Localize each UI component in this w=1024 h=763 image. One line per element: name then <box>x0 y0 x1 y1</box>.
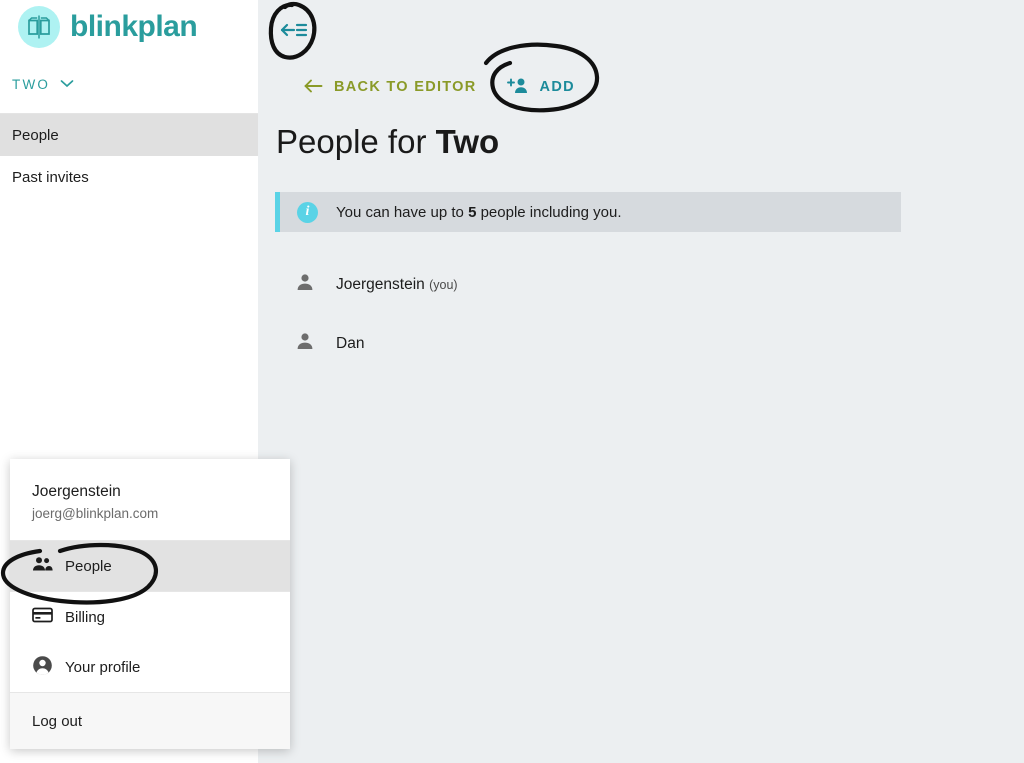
list-item[interactable]: Dan <box>275 314 975 373</box>
menu-item-label: Your profile <box>65 658 141 676</box>
open-book-icon <box>18 6 60 48</box>
chevron-down-icon <box>60 75 74 93</box>
sidebar-item-label: People <box>12 126 59 144</box>
sidebar-item-people[interactable]: People <box>0 114 258 156</box>
sidebar-nav: People Past invites <box>0 114 258 198</box>
person-name-text: Dan <box>336 334 365 352</box>
people-list: Joergenstein (you) Dan <box>275 255 975 373</box>
account-circle-icon <box>32 655 53 680</box>
brand-logo[interactable]: blinkplan <box>18 6 198 48</box>
menu-item-label: Log out <box>32 712 83 730</box>
info-banner-text: You can have up to 5 people including yo… <box>336 204 622 221</box>
person-icon <box>296 332 314 355</box>
person-you-tag: (you) <box>429 277 458 292</box>
list-item[interactable]: Joergenstein (you) <box>275 255 975 314</box>
info-banner: i You can have up to 5 people including … <box>275 192 901 232</box>
add-person-label: ADD <box>539 79 575 95</box>
workspace-switcher[interactable]: TWO <box>12 75 74 93</box>
menu-item-log-out[interactable]: Log out <box>10 693 290 749</box>
back-to-editor-button[interactable]: BACK TO EDITOR <box>304 79 477 96</box>
page-title-accent: Two <box>435 123 500 160</box>
menu-item-people[interactable]: People <box>10 541 290 591</box>
app-root: blinkplan TWO People Past invites BACK T… <box>0 0 1024 763</box>
sidebar-item-past-invites[interactable]: Past invites <box>0 156 258 198</box>
account-header: Joergenstein joerg@blinkplan.com <box>10 459 290 540</box>
workspace-name: TWO <box>12 76 51 92</box>
sidebar-item-label: Past invites <box>12 168 89 186</box>
people-group-icon <box>32 556 53 576</box>
person-name: Dan <box>336 335 364 353</box>
info-icon: i <box>297 201 318 223</box>
info-text-after: people including you. <box>476 203 622 221</box>
account-email: joerg@blinkplan.com <box>32 506 159 521</box>
person-add-icon <box>506 77 529 97</box>
person-icon <box>296 273 314 296</box>
content-panel: BACK TO EDITOR ADD People for Two i You … <box>275 60 1024 763</box>
back-to-editor-label: BACK TO EDITOR <box>334 79 477 95</box>
menu-item-your-profile[interactable]: Your profile <box>10 642 290 692</box>
arrow-left-icon <box>304 79 323 96</box>
content-toolbar: BACK TO EDITOR ADD <box>275 60 575 114</box>
menu-item-label: Billing <box>65 608 106 626</box>
info-text-before: You can have up to <box>336 203 469 221</box>
account-name: Joergenstein <box>32 483 121 500</box>
page-title-prefix: People for <box>276 123 436 160</box>
add-person-button[interactable]: ADD <box>506 77 575 97</box>
page-title: People for Two <box>275 123 499 161</box>
menu-item-billing[interactable]: Billing <box>10 592 290 642</box>
brand-name: blinkplan <box>70 10 198 43</box>
account-dropdown-menu: Joergenstein joerg@blinkplan.com People <box>10 459 290 749</box>
person-name: Joergenstein (you) <box>336 276 458 294</box>
menu-collapse-left-icon[interactable] <box>277 15 311 50</box>
credit-card-icon <box>32 607 53 627</box>
menu-item-label: People <box>65 557 112 575</box>
person-name-text: Joergenstein <box>336 275 425 293</box>
